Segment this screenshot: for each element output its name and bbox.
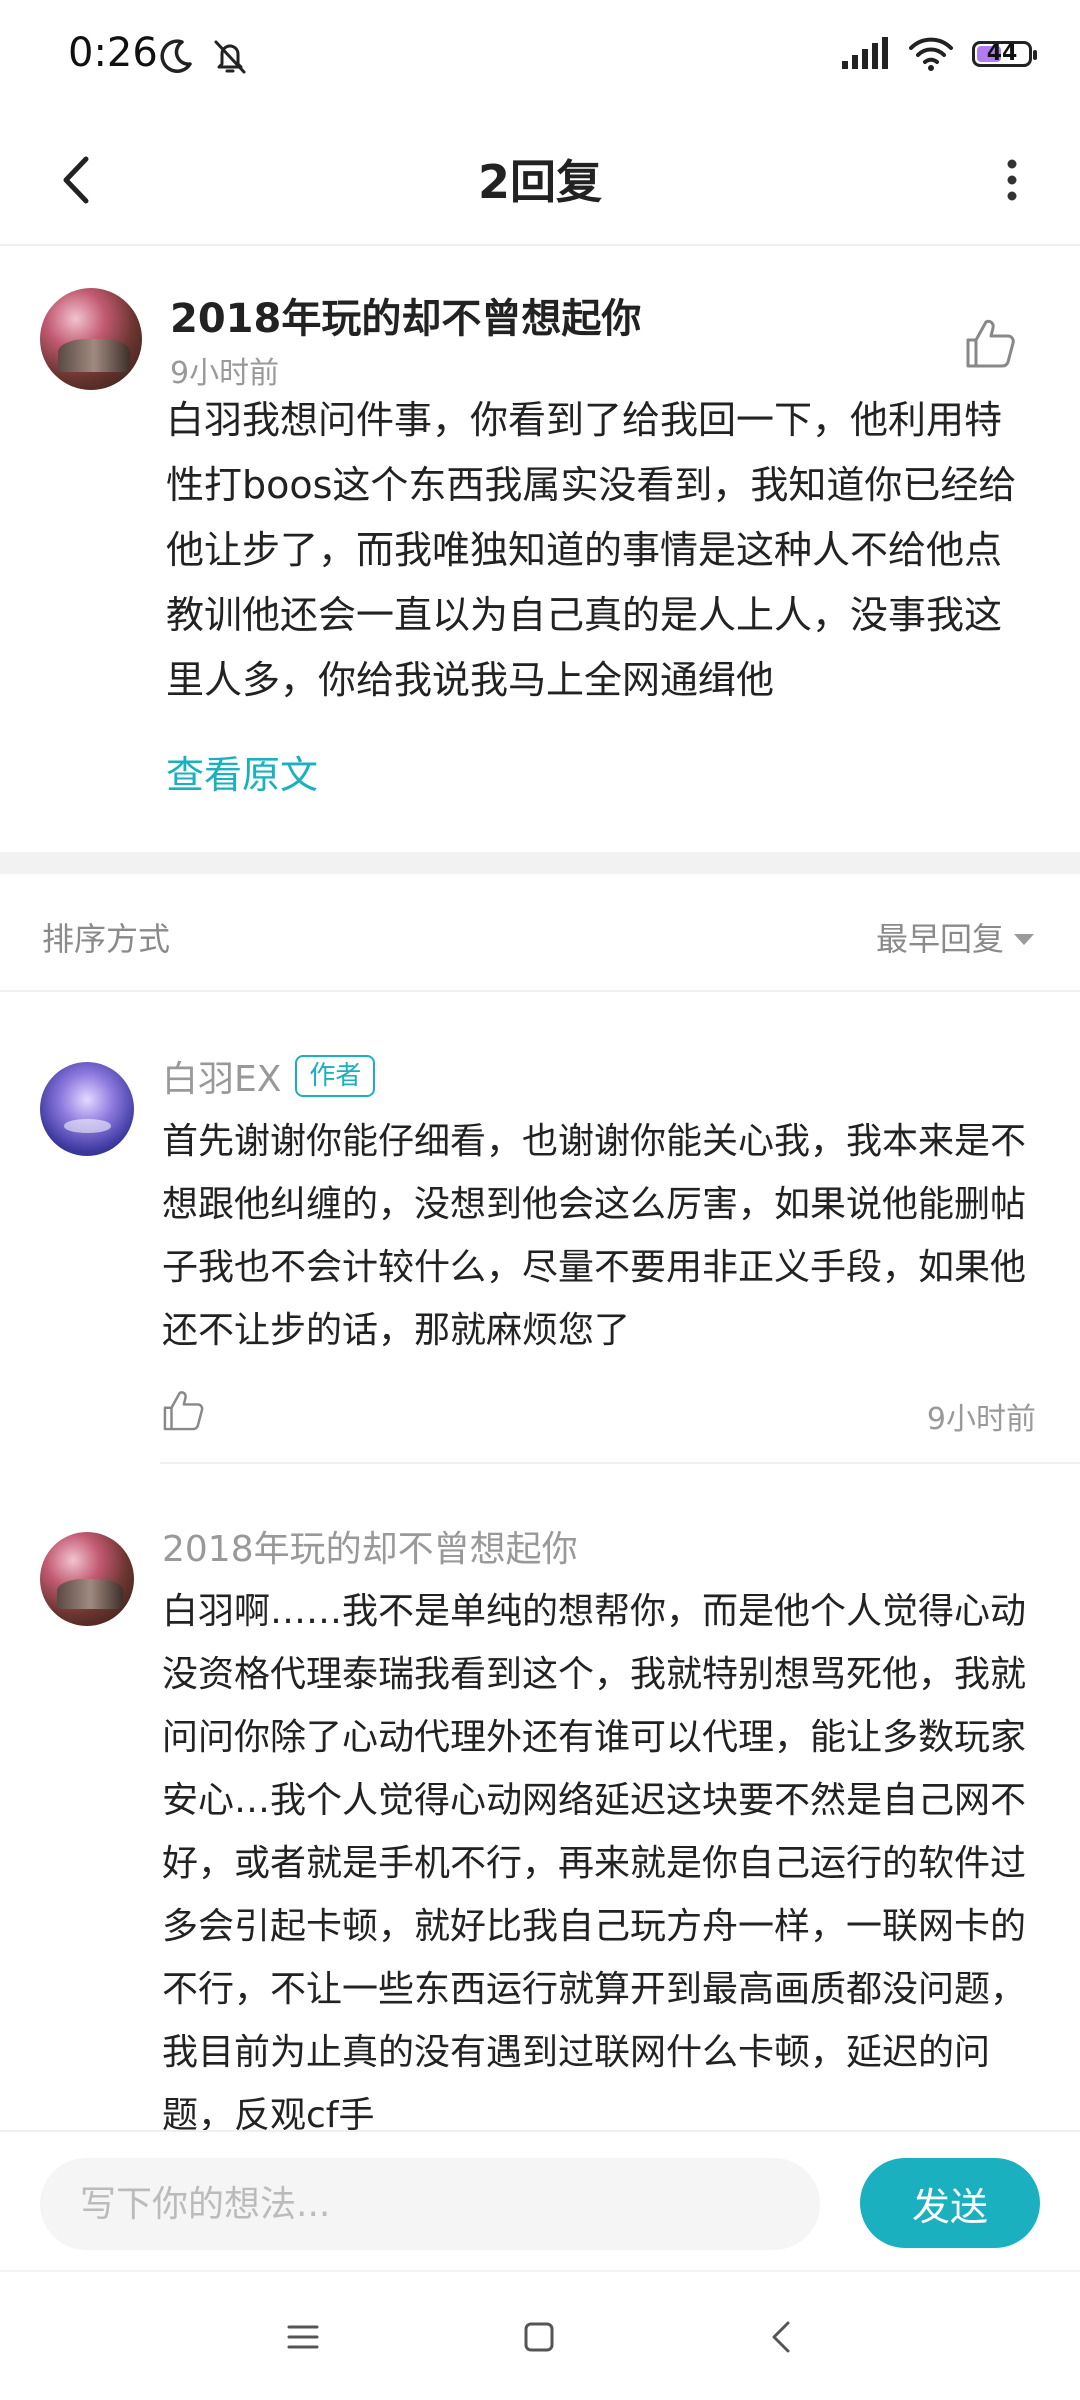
reply-content: 白羽啊……我不是单纯的想帮你，而是他个人觉得心动没资格代理泰瑞我看到这个，我就特… [162, 1591, 1027, 2130]
top-nav: 2回复 [0, 118, 1080, 246]
menu-button[interactable] [268, 2302, 338, 2372]
sort-value: 最早回复 [875, 920, 1004, 958]
view-original-link[interactable]: 查看原文 [166, 744, 318, 799]
more-options-button[interactable] [972, 140, 1052, 220]
reply-author[interactable]: 白羽EX [162, 1050, 281, 1102]
menu-icon [287, 2325, 319, 2349]
sort-bar: 排序方式 最早回复 [0, 874, 1080, 992]
moon-icon [160, 39, 192, 73]
reply-item: 2018年玩的却不曾想起你 白羽啊……我不是单纯的想帮你，而是他个人觉得心动没资… [0, 1464, 1080, 2130]
reply-item: 白羽EX 作者 首先谢谢你能仔细看，也谢谢你能关心我，我本来是不想跟他纠缠的，没… [0, 994, 1080, 1464]
section-divider [0, 852, 1080, 874]
avatar[interactable] [40, 1062, 134, 1156]
sort-label: 排序方式 [42, 920, 171, 958]
post-author[interactable]: 2018年玩的却不曾想起你 [170, 286, 641, 344]
reply-time: 9小时前 [926, 1402, 1036, 1437]
system-back-button[interactable] [746, 2302, 816, 2372]
thumbs-up-icon[interactable] [160, 1388, 206, 1434]
comment-input-bar: 发送 [0, 2130, 1080, 2270]
sort-dropdown[interactable]: 最早回复 [876, 914, 1034, 960]
status-bar: 0:26 44 [0, 0, 1080, 118]
wifi-icon [909, 37, 953, 71]
caret-down-icon [1014, 933, 1034, 945]
battery-icon: 44 [972, 41, 1037, 67]
back-arrow-icon [772, 2321, 790, 2353]
bell-off-icon [214, 40, 246, 74]
thumbs-up-icon[interactable] [962, 316, 1018, 372]
page-title: 2回复 [477, 155, 602, 209]
more-vertical-icon [1007, 159, 1017, 201]
author-badge: 作者 [295, 1055, 376, 1097]
post-content: 白羽我想问件事，你看到了给我回一下，他利用特性打boos这个东西我属实没看到，我… [166, 398, 1017, 702]
comment-input[interactable] [40, 2158, 820, 2250]
signal-icon [842, 37, 888, 69]
battery-level: 44 [986, 41, 1018, 66]
screen: 0:26 44 2回复 2018年玩的却不曾想起你 9小时前 白羽我想问件事，你… [0, 0, 1080, 2400]
reply-author[interactable]: 2018年玩的却不曾想起你 [162, 1520, 578, 1572]
send-button[interactable]: 发送 [860, 2158, 1040, 2248]
home-button[interactable] [504, 2302, 574, 2372]
main-post: 2018年玩的却不曾想起你 9小时前 白羽我想问件事，你看到了给我回一下，他利用… [0, 248, 1080, 852]
home-square-icon [524, 2322, 554, 2352]
reply-content: 首先谢谢你能仔细看，也谢谢你能关心我，我本来是不想跟他纠缠的，没想到他会这么厉害… [162, 1121, 1027, 1351]
avatar[interactable] [40, 1532, 134, 1626]
status-time: 0:26 [68, 30, 158, 76]
avatar[interactable] [40, 288, 142, 390]
post-time: 9小时前 [170, 356, 280, 391]
system-nav-bar [0, 2270, 1080, 2400]
